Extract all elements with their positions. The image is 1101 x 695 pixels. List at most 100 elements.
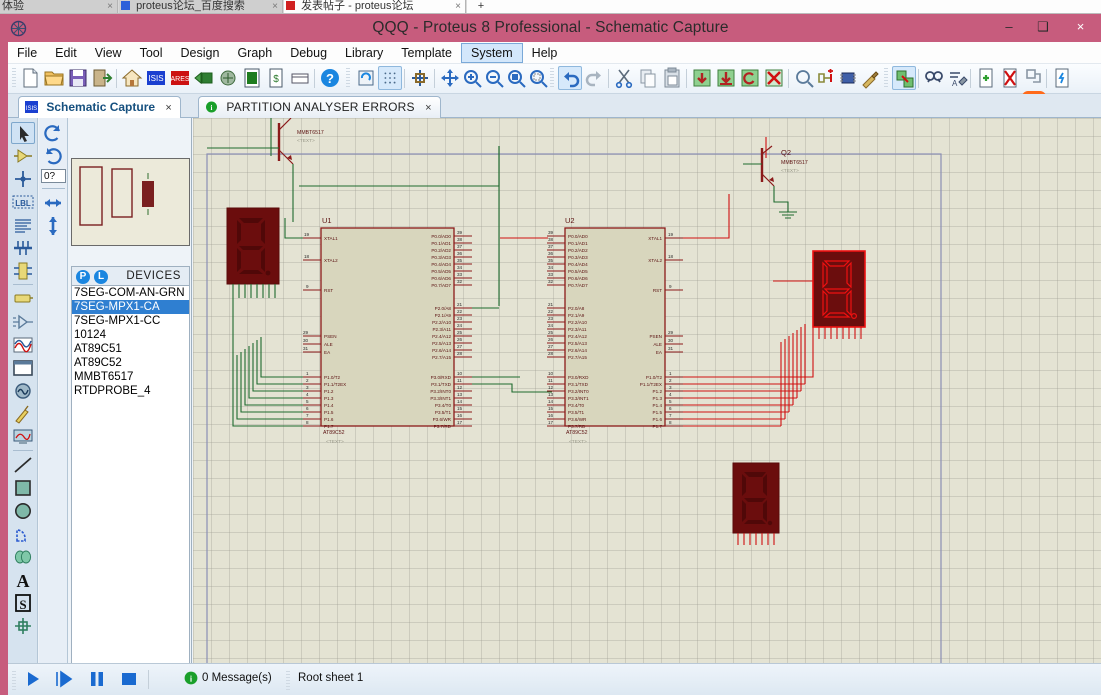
import-icon[interactable]	[90, 66, 114, 90]
search-tag-icon[interactable]	[922, 66, 946, 90]
arc-tool-icon[interactable]	[11, 523, 35, 545]
paste-icon[interactable]	[660, 66, 684, 90]
menu-graph[interactable]: Graph	[228, 42, 281, 64]
symbol-tool-icon[interactable]: S	[11, 592, 35, 614]
bill-of-materials-icon[interactable]: $	[264, 66, 288, 90]
packaging-tool-icon[interactable]	[836, 66, 860, 90]
copy-icon[interactable]	[636, 66, 660, 90]
menu-library[interactable]: Library	[336, 42, 392, 64]
toolbar-grip[interactable]	[346, 68, 350, 89]
junction-dot-icon[interactable]	[11, 168, 35, 190]
browser-tab-2[interactable]: 发表帖子 - proteus论坛 ×	[284, 0, 466, 13]
schematic-drawing[interactable]: .bd { fill:#d8d6bd; stroke:#8b1a1a; stro…	[193, 118, 1101, 695]
menu-design[interactable]: Design	[172, 42, 229, 64]
terminals-icon[interactable]	[11, 288, 35, 310]
text-script-icon[interactable]	[11, 214, 35, 236]
zoom-area-icon[interactable]	[526, 66, 550, 90]
netlist-icon[interactable]	[892, 66, 916, 90]
list-item[interactable]: 7SEG-COM-AN-GRN	[72, 286, 189, 300]
close-icon[interactable]: ×	[455, 0, 461, 13]
zoom-in-icon[interactable]	[460, 66, 484, 90]
block-move-icon[interactable]	[714, 66, 738, 90]
remove-sheet-icon[interactable]	[998, 66, 1022, 90]
circle-tool-icon[interactable]	[11, 500, 35, 522]
close-icon[interactable]: ×	[165, 102, 171, 114]
current-probe-icon[interactable]	[11, 426, 35, 448]
pick-from-libraries-button[interactable]: P	[76, 270, 90, 284]
menu-view[interactable]: View	[86, 42, 131, 64]
voltage-probe-icon[interactable]	[11, 403, 35, 425]
tape-recorder-icon[interactable]	[11, 357, 35, 379]
graph-icon[interactable]	[11, 334, 35, 356]
refresh-icon[interactable]	[354, 66, 378, 90]
browser-tab-1[interactable]: proteus论坛_百度搜索 ×	[119, 0, 283, 13]
wire-label-icon[interactable]: LBL	[11, 191, 35, 213]
menu-help[interactable]: Help	[523, 42, 567, 64]
cadcam-icon[interactable]	[288, 66, 312, 90]
step-button[interactable]	[54, 669, 76, 689]
component-mode-icon[interactable]	[11, 145, 35, 167]
browser-tab-0[interactable]: 体验 ×	[0, 0, 118, 13]
property-assignment-icon[interactable]: A	[946, 66, 970, 90]
list-item[interactable]: 10124	[72, 328, 189, 342]
schematic-canvas[interactable]: .bd { fill:#d8d6bd; stroke:#8b1a1a; stro…	[193, 118, 1101, 695]
device-pin-icon[interactable]	[11, 311, 35, 333]
stop-button[interactable]	[118, 669, 140, 689]
path-tool-icon[interactable]	[11, 546, 35, 568]
list-item[interactable]: AT89C52	[72, 356, 189, 370]
line-tool-icon[interactable]	[11, 454, 35, 476]
rotate-anticlockwise-icon[interactable]	[41, 145, 65, 167]
toolbar-grip[interactable]	[550, 68, 554, 89]
zoom-out-icon[interactable]	[482, 66, 506, 90]
toolbar-grip[interactable]	[12, 68, 16, 89]
menu-edit[interactable]: Edit	[46, 42, 86, 64]
exit-sheet-icon[interactable]	[1022, 66, 1046, 90]
text-tool-icon[interactable]: A	[11, 569, 35, 591]
close-icon[interactable]: ×	[425, 102, 431, 114]
help-icon[interactable]: ?	[318, 66, 342, 90]
new-sheet-icon[interactable]	[974, 66, 998, 90]
ares-icon[interactable]: ARES	[168, 66, 192, 90]
menu-template[interactable]: Template	[392, 42, 461, 64]
design-explorer-icon[interactable]	[216, 66, 240, 90]
rotate-clockwise-icon[interactable]	[41, 122, 65, 144]
cut-icon[interactable]	[612, 66, 636, 90]
block-delete-icon[interactable]	[762, 66, 786, 90]
menu-file[interactable]: File	[8, 42, 46, 64]
new-tab-button[interactable]: +	[467, 0, 493, 13]
close-icon[interactable]: ×	[272, 0, 278, 13]
mirror-horizontal-icon[interactable]	[41, 192, 65, 214]
list-item[interactable]: 7SEG-MPX1-CC	[72, 314, 189, 328]
generator-icon[interactable]	[11, 380, 35, 402]
origin-icon[interactable]	[408, 66, 432, 90]
pick-device-icon[interactable]	[792, 66, 816, 90]
block-rotate-icon[interactable]	[738, 66, 762, 90]
new-file-icon[interactable]	[18, 66, 42, 90]
home-icon[interactable]	[120, 66, 144, 90]
selection-mode-icon[interactable]	[11, 122, 35, 144]
box-tool-icon[interactable]	[11, 477, 35, 499]
menu-debug[interactable]: Debug	[281, 42, 336, 64]
decompose-icon[interactable]	[858, 66, 882, 90]
minimize-button[interactable]: –	[992, 14, 1026, 40]
list-item[interactable]: 7SEG-MPX1-CA	[72, 300, 189, 314]
redo-icon[interactable]	[582, 66, 606, 90]
isis-icon[interactable]: ISIS	[144, 66, 168, 90]
make-device-icon[interactable]	[814, 66, 838, 90]
pause-button[interactable]	[86, 669, 108, 689]
menu-tool[interactable]: Tool	[131, 42, 172, 64]
list-item[interactable]: RTDPROBE_4	[72, 384, 189, 398]
zoom-all-icon[interactable]	[504, 66, 528, 90]
close-button[interactable]: ×	[1060, 14, 1101, 40]
menu-system[interactable]: System	[460, 43, 523, 63]
maximize-button[interactable]: ❑	[1026, 14, 1060, 40]
tab-schematic-capture[interactable]: ISIS Schematic Capture ×	[18, 96, 181, 118]
tab-partition-analyser-errors[interactable]: i PARTITION ANALYSER ERRORS ×	[198, 96, 441, 118]
statusbar-grip[interactable]	[12, 671, 16, 692]
bill-report-icon[interactable]	[1050, 66, 1074, 90]
3d-view-icon[interactable]	[192, 66, 216, 90]
block-copy-icon[interactable]	[690, 66, 714, 90]
subcircuit-icon[interactable]	[11, 260, 35, 282]
bus-icon[interactable]	[11, 237, 35, 259]
pan-icon[interactable]	[438, 66, 462, 90]
